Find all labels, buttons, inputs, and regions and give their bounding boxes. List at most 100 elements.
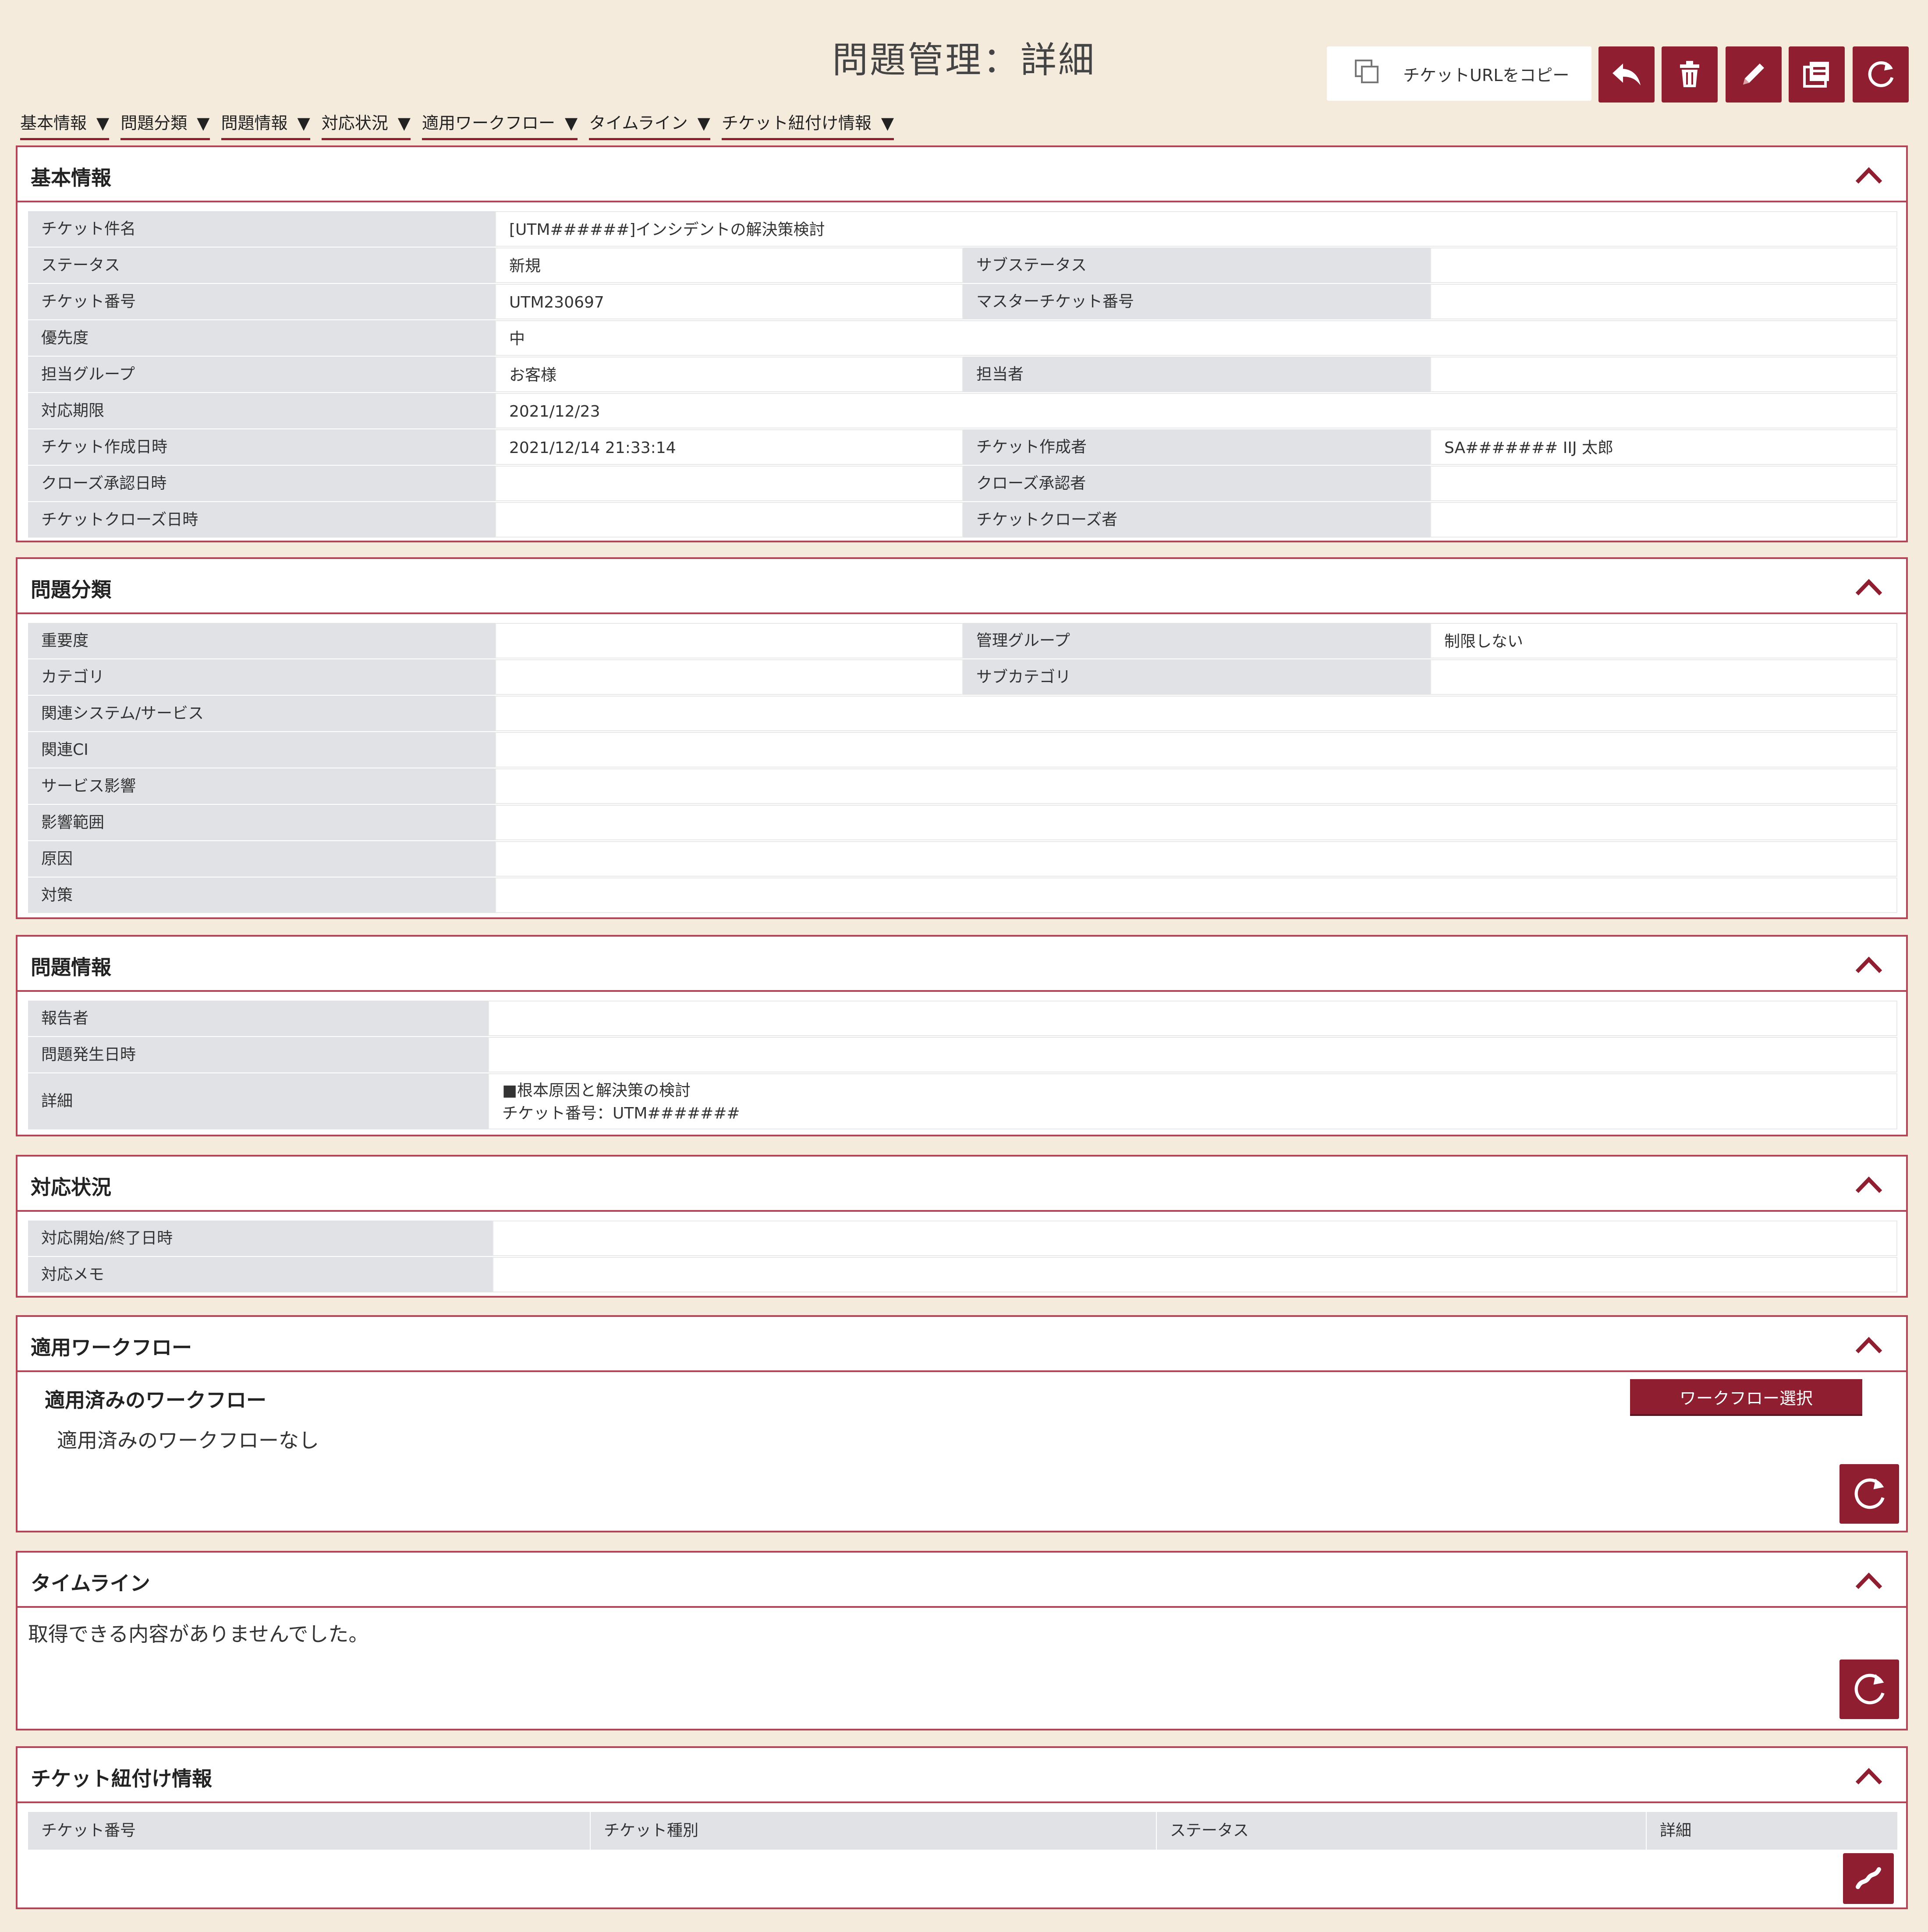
section-anchor-nav: 基本情報 ▼ 問題分類 ▼ 問題情報 ▼ 対応状況 ▼ 適用ワークフロー ▼ タイムライン… (20, 110, 894, 140)
panel-title: 適用ワークフロー (31, 1336, 192, 1359)
creator-value: SA####### IIJ 太郎 (1430, 429, 1897, 465)
column-header: チケット番号 (28, 1812, 591, 1850)
refresh-icon (1848, 1668, 1890, 1711)
chevron-up-icon[interactable] (1854, 1765, 1884, 1787)
field-label: 問題発生日時 (28, 1037, 488, 1072)
edit-button[interactable] (1726, 46, 1782, 103)
reply-icon (1609, 57, 1644, 93)
anchor-classification[interactable]: 問題分類 ▼ (120, 110, 210, 140)
field-label: 対応メモ (28, 1257, 493, 1292)
chevron-up-icon[interactable] (1854, 1173, 1884, 1196)
chevron-up-icon[interactable] (1854, 576, 1884, 598)
measure-value (495, 878, 1897, 913)
link-icon (1851, 1861, 1886, 1897)
chevron-up-icon[interactable] (1854, 1569, 1884, 1592)
field-label: 担当グループ (28, 357, 495, 392)
column-header: 詳細 (1660, 1822, 1692, 1840)
panel-title: 問題情報 (31, 955, 111, 979)
copy-ticket-url-button[interactable]: チケットURLをコピー (1327, 46, 1591, 101)
copy-ticket-icon (1799, 57, 1834, 93)
chevron-up-icon[interactable] (1854, 164, 1884, 187)
created-at-value: 2021/12/14 21:33:14 (495, 429, 963, 465)
anchor-ticket-links[interactable]: チケット紐付け情報 ▼ (721, 110, 894, 140)
field-label: マスターチケット番号 (963, 284, 1430, 319)
pencil-icon (1736, 57, 1771, 93)
panel-header[interactable]: 対応状況 (18, 1157, 1906, 1212)
anchor-basic-info[interactable]: 基本情報 ▼ (20, 110, 110, 140)
close-approver-value (1430, 466, 1897, 501)
triangle-down-icon: ▼ (297, 113, 310, 133)
substatus-value (1430, 248, 1897, 283)
anchor-timeline[interactable]: タイムライン ▼ (589, 110, 710, 140)
panel-header[interactable]: 問題情報 (18, 937, 1906, 992)
back-button[interactable] (1598, 46, 1655, 103)
occurred-at-value (488, 1037, 1897, 1072)
field-label: 管理グループ (963, 623, 1430, 658)
select-workflow-button[interactable]: ワークフロー選択 (1630, 1379, 1862, 1414)
copy-icon (1353, 58, 1381, 90)
related-system-value (495, 696, 1897, 731)
triangle-down-icon: ▼ (197, 113, 210, 133)
detail-line: チケット番号：UTM####### (502, 1104, 740, 1122)
triangle-down-icon: ▼ (96, 113, 110, 133)
field-label: 詳細 (28, 1073, 488, 1129)
reporter-value (488, 1001, 1897, 1036)
field-label: ステータス (28, 248, 495, 283)
field-label: 対策 (28, 878, 495, 913)
field-label: 対応開始/終了日時 (28, 1221, 493, 1256)
duplicate-button[interactable] (1789, 46, 1845, 103)
ticket-name-value: [UTM######]インシデントの解決策検討 (495, 211, 1897, 247)
assignee-value (1430, 357, 1897, 392)
copy-ticket-url-label: チケットURLをコピー (1403, 65, 1570, 85)
problem-info-panel: 問題情報 報告者 問題発生日時 詳細 ■根本原因と解決策の検討 チケット番号：U… (16, 935, 1908, 1136)
refresh-button[interactable] (1853, 46, 1909, 103)
field-label: 担当者 (963, 357, 1430, 392)
panel-header[interactable]: 適用ワークフロー (18, 1317, 1906, 1372)
field-label: 関連システム/サービス (28, 696, 495, 731)
panel-header[interactable]: チケット紐付け情報 (18, 1748, 1906, 1803)
trash-icon (1672, 57, 1707, 93)
delete-button[interactable] (1662, 46, 1718, 103)
anchor-problem-info[interactable]: 問題情報 ▼ (221, 110, 310, 140)
timeline-empty-message: 取得できる内容がありませんでした。 (28, 1622, 369, 1646)
category-value (495, 659, 963, 695)
subcategory-value (1430, 659, 1897, 695)
panel-title: 対応状況 (31, 1175, 111, 1199)
ticket-number-value: UTM230697 (495, 284, 963, 319)
panel-title: チケット紐付け情報 (31, 1767, 212, 1790)
panel-header[interactable]: タイムライン (18, 1553, 1906, 1608)
anchor-response-status[interactable]: 対応状況 ▼ (321, 110, 411, 140)
field-label: 優先度 (28, 320, 495, 356)
detail-value: ■根本原因と解決策の検討 チケット番号：UTM####### (488, 1073, 1897, 1129)
management-group-value: 制限しない (1430, 623, 1897, 658)
response-status-panel: 対応状況 対応開始/終了日時 対応メモ (16, 1155, 1908, 1298)
classification-panel: 問題分類 重要度 管理グループ 制限しない カテゴリ サブカテゴリ 関連システム/サー… (16, 557, 1908, 919)
deadline-value: 2021/12/23 (495, 393, 1897, 428)
anchor-workflow[interactable]: 適用ワークフロー ▼ (422, 110, 578, 140)
triangle-down-icon: ▼ (697, 113, 710, 133)
impact-scope-value (495, 805, 1897, 840)
field-label: 重要度 (28, 623, 495, 658)
assigned-group-value: お客様 (495, 357, 963, 392)
workflow-panel: 適用ワークフロー 適用済みのワークフロー 適用済みのワークフローなし ワークフロ… (16, 1315, 1908, 1532)
close-approved-at-value (495, 466, 963, 501)
chevron-up-icon[interactable] (1854, 1334, 1884, 1356)
workflow-refresh-button[interactable] (1839, 1464, 1899, 1524)
panel-title: タイムライン (31, 1571, 150, 1595)
cause-value (495, 841, 1897, 877)
panel-header[interactable]: 問題分類 (18, 559, 1906, 614)
field-label: チケット件名 (28, 211, 495, 247)
ticket-links-panel: チケット紐付け情報 チケット番号 チケット種別 ステータス 詳細 (16, 1746, 1908, 1909)
master-ticket-number-value (1430, 284, 1897, 319)
field-label: チケット作成日時 (28, 429, 495, 465)
link-ticket-button[interactable] (1843, 1853, 1894, 1904)
chevron-up-icon[interactable] (1854, 953, 1884, 976)
field-label: クローズ承認日時 (28, 466, 495, 501)
timeline-refresh-button[interactable] (1839, 1660, 1899, 1719)
ticket-links-table-header: チケット番号 チケット種別 ステータス 詳細 (28, 1812, 1897, 1850)
applied-workflow-title: 適用済みのワークフロー (45, 1388, 266, 1412)
panel-header[interactable]: 基本情報 (18, 147, 1906, 202)
triangle-down-icon: ▼ (397, 113, 411, 133)
field-label: チケット番号 (28, 284, 495, 319)
field-label: サービス影響 (28, 768, 495, 804)
